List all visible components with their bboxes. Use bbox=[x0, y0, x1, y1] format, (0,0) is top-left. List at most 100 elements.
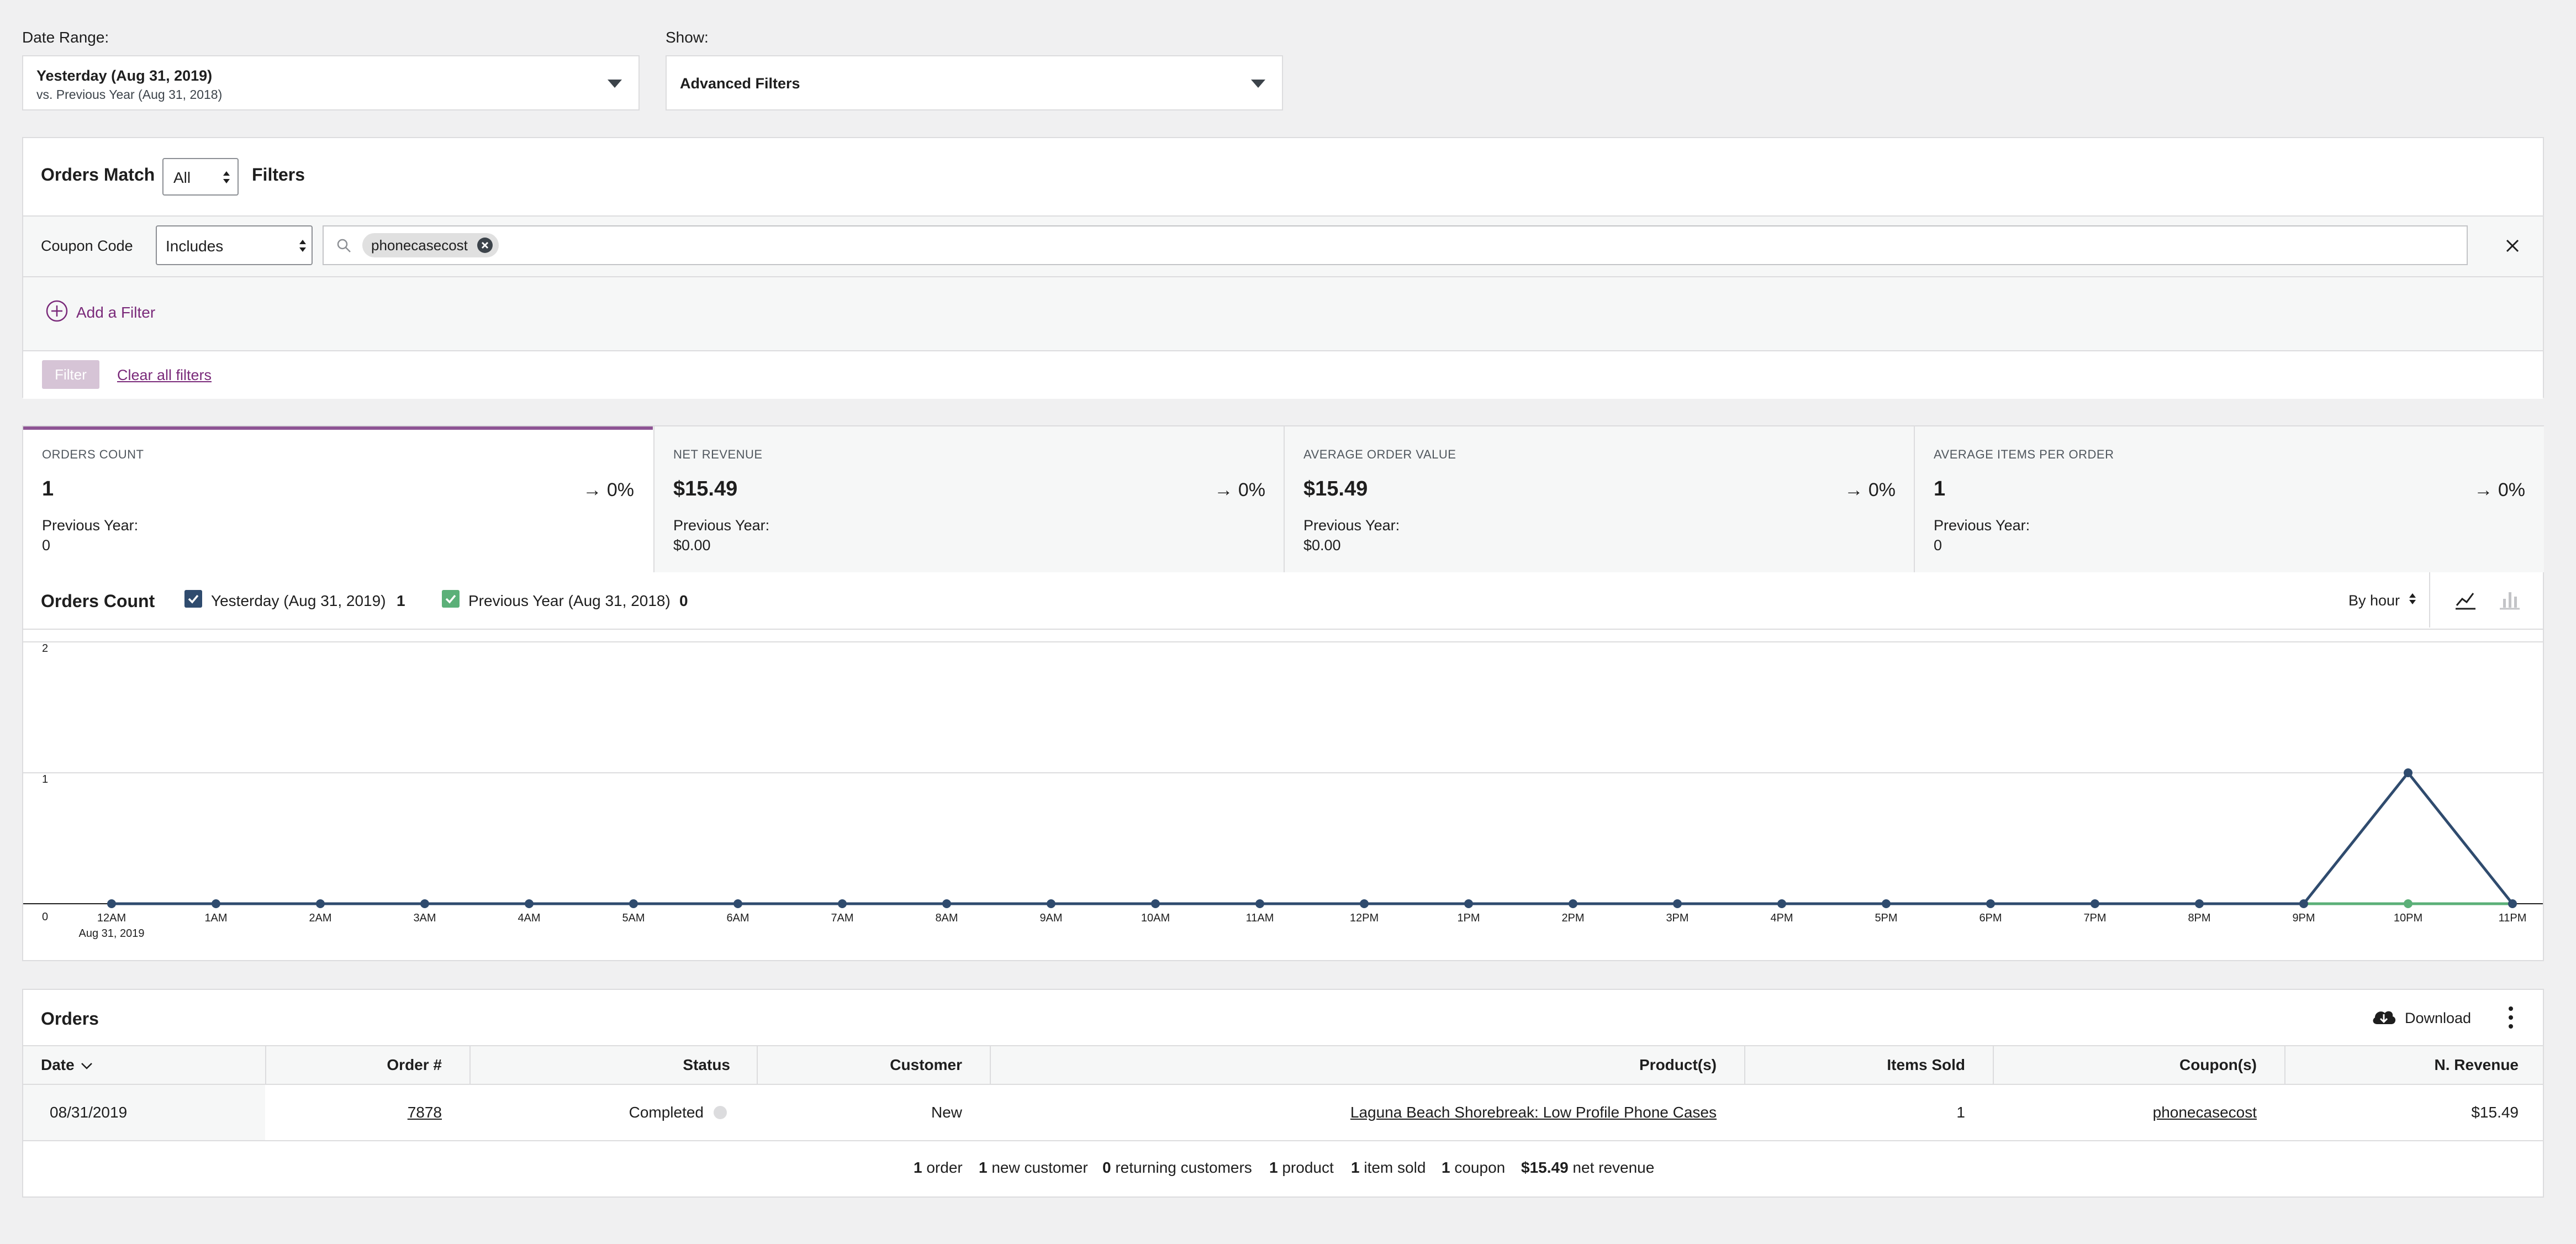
x-tick-label: 5AM bbox=[622, 912, 645, 924]
column-label: Date bbox=[41, 1056, 75, 1073]
column-header-status[interactable]: Status bbox=[469, 1045, 730, 1085]
y-tick-label: 2 bbox=[42, 642, 48, 655]
metric-prev-label: Previous Year: bbox=[1934, 517, 2030, 534]
caret-up-icon bbox=[223, 171, 230, 176]
metric-title: AVERAGE ORDER VALUE bbox=[1303, 447, 1456, 461]
cloud-download-icon bbox=[2373, 1011, 2396, 1024]
metric-delta-value: 0% bbox=[1868, 479, 1896, 500]
operator-value: Includes bbox=[166, 238, 224, 255]
x-tick-label: 1AM bbox=[204, 912, 227, 924]
metric-title: AVERAGE ITEMS PER ORDER bbox=[1934, 447, 2114, 461]
data-point bbox=[2091, 899, 2099, 908]
metric-prev-value: $0.00 bbox=[673, 537, 711, 554]
metric-prev-value: 0 bbox=[1934, 537, 1942, 554]
date-range-secondary: vs. Previous Year (Aug 31, 2018) bbox=[36, 87, 223, 102]
data-point bbox=[420, 899, 429, 908]
remove-tag-icon[interactable] bbox=[477, 237, 493, 254]
x-tick-label: 12AM bbox=[97, 912, 126, 924]
x-tick-label: 3AM bbox=[413, 912, 436, 924]
summary-orders: 1 order bbox=[914, 1159, 963, 1176]
metric-prev-value: $0.00 bbox=[1303, 537, 1341, 554]
column-header-products[interactable]: Product(s) bbox=[990, 1045, 1717, 1085]
metric-value: 1 bbox=[1934, 477, 1946, 500]
x-tick-label: 5PM bbox=[1875, 912, 1897, 924]
cell-status: Completed bbox=[629, 1104, 704, 1121]
cell-items-sold: 1 bbox=[1956, 1104, 1965, 1121]
row-divider bbox=[23, 1140, 2543, 1141]
date-range-label: Date Range: bbox=[22, 29, 109, 46]
column-header-date[interactable]: Date bbox=[41, 1045, 93, 1085]
legend-checkbox-previous[interactable] bbox=[442, 590, 460, 608]
metric-delta: → 0% bbox=[583, 479, 634, 500]
metric-net-revenue[interactable]: NET REVENUE $15.49 → 0% Previous Year: $… bbox=[653, 426, 1284, 572]
data-point-previous bbox=[2404, 899, 2413, 908]
filter-button[interactable]: Filter bbox=[42, 360, 99, 389]
metric-prev-value: 0 bbox=[42, 537, 51, 554]
cell-customer: New bbox=[931, 1104, 962, 1121]
divider bbox=[2429, 572, 2430, 628]
x-tick-label: 3PM bbox=[1666, 912, 1688, 924]
operator-select[interactable]: Includes bbox=[156, 225, 313, 265]
more-options-icon[interactable] bbox=[2508, 1005, 2514, 1030]
coupon-tag-label: phonecasecost bbox=[371, 237, 468, 254]
download-label: Download bbox=[2405, 1010, 2472, 1026]
search-icon bbox=[337, 239, 351, 252]
data-point bbox=[1360, 899, 1369, 908]
data-point bbox=[838, 899, 847, 908]
metric-prev-label: Previous Year: bbox=[673, 517, 770, 534]
caret-down-icon bbox=[223, 179, 230, 183]
show-select[interactable]: Advanced Filters bbox=[666, 55, 1283, 110]
column-header-order-number[interactable]: Order # bbox=[265, 1045, 442, 1085]
coupon-search-input[interactable]: phonecasecost bbox=[323, 225, 2468, 265]
data-point bbox=[1255, 899, 1264, 908]
interval-value: By hour bbox=[2348, 592, 2400, 609]
series-line bbox=[112, 771, 2514, 905]
x-date-label: Aug 31, 2019 bbox=[79, 927, 145, 940]
column-header-customer[interactable]: Customer bbox=[757, 1045, 962, 1085]
chart-panel: Orders Count Yesterday (Aug 31, 2019) 1 … bbox=[22, 572, 2544, 961]
match-select[interactable]: All bbox=[162, 158, 239, 196]
line-chart-icon[interactable] bbox=[2454, 589, 2477, 611]
interval-select[interactable]: By hour bbox=[2348, 592, 2416, 609]
summary-coupons: 1 coupon bbox=[1442, 1159, 1506, 1176]
column-header-coupons[interactable]: Coupon(s) bbox=[1993, 1045, 2257, 1085]
bar-chart-icon[interactable] bbox=[2499, 589, 2521, 611]
metric-average-items-per-order[interactable]: AVERAGE ITEMS PER ORDER 1 → 0% Previous … bbox=[1914, 426, 2544, 572]
metric-delta-value: 0% bbox=[2498, 479, 2525, 500]
updown-icon bbox=[2409, 593, 2416, 605]
coupon-code-label: Coupon Code bbox=[41, 238, 133, 254]
x-tick-label: 6PM bbox=[1979, 912, 2002, 924]
x-tick-label: 8PM bbox=[2188, 912, 2210, 924]
clear-all-filters-link[interactable]: Clear all filters bbox=[117, 367, 212, 384]
metric-value: $15.49 bbox=[673, 477, 738, 500]
data-point bbox=[1673, 899, 1682, 908]
close-icon[interactable] bbox=[2505, 239, 2520, 253]
x-tick-label: 10PM bbox=[2394, 912, 2422, 924]
chart-title: Orders Count bbox=[41, 591, 155, 611]
x-tick-label: 4PM bbox=[1770, 912, 1793, 924]
cell-coupon-link[interactable]: phonecasecost bbox=[1993, 1085, 2257, 1140]
show-label: Show: bbox=[666, 29, 709, 46]
metric-delta-value: 0% bbox=[1238, 479, 1265, 500]
data-point bbox=[733, 899, 742, 908]
column-header-net-revenue[interactable]: N. Revenue bbox=[2284, 1045, 2519, 1085]
legend-label-current: Yesterday (Aug 31, 2019) bbox=[211, 592, 386, 609]
cell-net-revenue: $15.49 bbox=[2471, 1104, 2519, 1121]
metric-orders-count[interactable]: ORDERS COUNT 1 → 0% Previous Year: 0 bbox=[23, 426, 653, 572]
legend-checkbox-current[interactable] bbox=[184, 590, 202, 608]
add-filter-label: Add a Filter bbox=[76, 304, 156, 321]
chevron-down-icon bbox=[1251, 80, 1265, 88]
filters-footer: Filter Clear all filters bbox=[23, 350, 2543, 399]
cell-order-link[interactable]: 7878 bbox=[265, 1085, 442, 1140]
status-indicator-icon bbox=[714, 1106, 727, 1119]
data-point bbox=[1464, 899, 1473, 908]
cell-product-link[interactable]: Laguna Beach Shorebreak: Low Profile Pho… bbox=[990, 1085, 1717, 1140]
column-header-items-sold[interactable]: Items Sold bbox=[1744, 1045, 1965, 1085]
date-range-picker[interactable]: Yesterday (Aug 31, 2019) vs. Previous Ye… bbox=[22, 55, 640, 110]
summary-net-revenue: $15.49 net revenue bbox=[1521, 1159, 1655, 1176]
summary-items-sold: 1 item sold bbox=[1351, 1159, 1426, 1176]
data-point bbox=[316, 899, 325, 908]
legend-value-previous: 0 bbox=[679, 592, 688, 609]
metric-average-order-value[interactable]: AVERAGE ORDER VALUE $15.49 → 0% Previous… bbox=[1284, 426, 1914, 572]
x-tick-label: 9AM bbox=[1039, 912, 1062, 924]
